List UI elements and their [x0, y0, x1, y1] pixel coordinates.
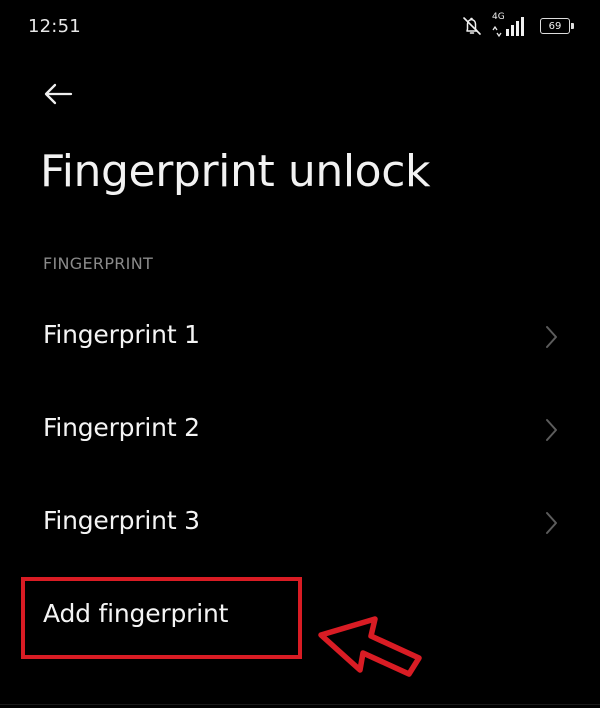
network-label: 4G	[492, 12, 505, 22]
fingerprint-item-1[interactable]: Fingerprint 1	[0, 300, 600, 372]
status-bar: 12:51 4G 69	[0, 0, 600, 58]
status-icons: 4G 69	[460, 12, 574, 38]
section-label: FINGERPRINT	[43, 254, 154, 273]
fingerprint-item-label: Fingerprint 3	[43, 506, 200, 535]
chevron-right-icon	[542, 510, 560, 536]
fingerprint-item-2[interactable]: Fingerprint 2	[0, 393, 600, 465]
chevron-right-icon	[542, 417, 560, 443]
back-button[interactable]	[40, 76, 84, 112]
battery-level: 69	[548, 20, 562, 32]
mobile-signal-icon: 4G	[491, 12, 533, 38]
fingerprint-item-3[interactable]: Fingerprint 3	[0, 486, 600, 558]
battery-icon: 69	[540, 18, 574, 34]
fingerprint-item-label: Fingerprint 2	[43, 413, 200, 442]
status-time: 12:51	[28, 16, 81, 37]
fingerprint-item-label: Fingerprint 1	[43, 320, 200, 349]
chevron-right-icon	[542, 324, 560, 350]
add-fingerprint-button[interactable]: Add fingerprint	[0, 580, 600, 650]
back-arrow-icon	[40, 82, 76, 106]
muted-bell-icon	[460, 14, 484, 38]
add-fingerprint-label: Add fingerprint	[43, 599, 229, 628]
page-title: Fingerprint unlock	[40, 146, 431, 197]
bottom-divider	[0, 704, 600, 705]
